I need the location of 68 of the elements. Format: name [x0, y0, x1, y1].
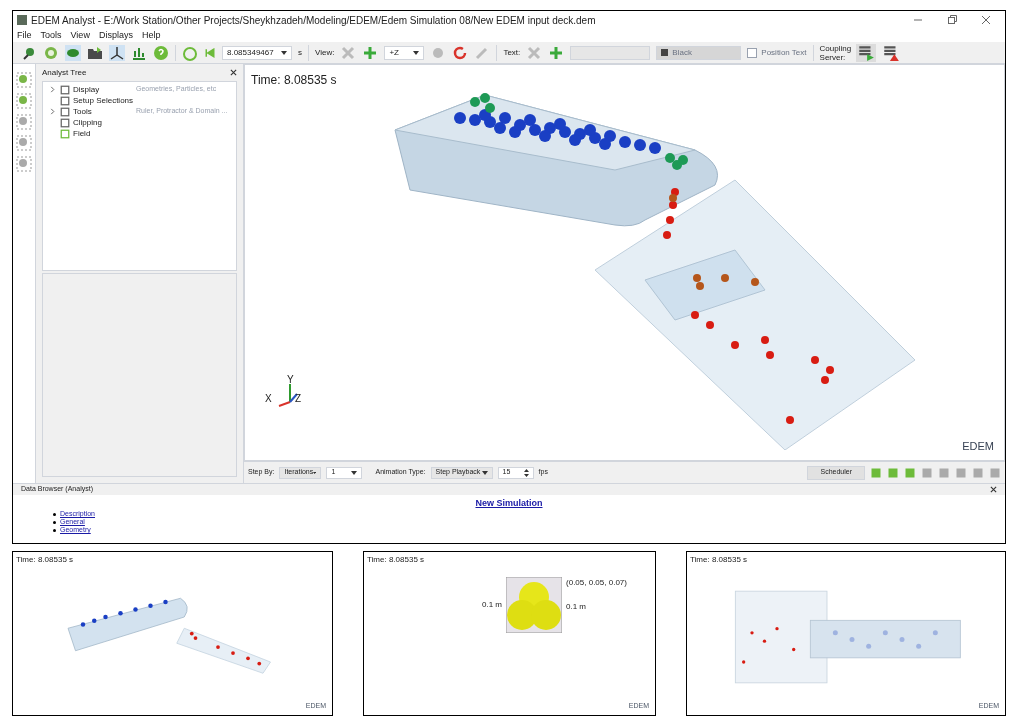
tree-item[interactable]: Tools [73, 105, 133, 118]
folder-icon[interactable] [87, 44, 103, 61]
window-title: EDEM Analyst - E:/Work Station/Other Projects/Sheykhzadeh/Modeling/EDEM/Edem Simulation 08/New EDEM input deck.dem [31, 13, 596, 28]
reset-icon[interactable] [452, 44, 469, 61]
menu-item[interactable]: File [17, 28, 32, 43]
tree-item[interactable]: Field [73, 127, 133, 140]
menu-item[interactable]: Displays [98, 28, 133, 43]
time-label: Time: 8.08535 s [690, 554, 748, 566]
menu-item[interactable]: View [70, 28, 90, 43]
cross-icon[interactable] [526, 44, 543, 61]
checkbox[interactable] [747, 47, 758, 58]
axis-label: X [265, 392, 272, 406]
caret-icon [481, 470, 488, 475]
time-label: Time: 8.08535 s [367, 554, 425, 566]
menu-item[interactable]: Help [141, 28, 161, 43]
help-icon[interactable] [153, 44, 169, 61]
close-icon[interactable] [981, 15, 991, 25]
expand-chevron-icon[interactable] [49, 86, 56, 93]
time-label: Time: 8.08535 s [251, 72, 337, 89]
view-axis-dropdown[interactable]: +Z [384, 45, 425, 60]
caret-icon [281, 50, 287, 55]
menu-item[interactable]: Tools [40, 28, 62, 43]
unit-label: s [298, 46, 302, 59]
heading-link[interactable]: New Simulation [475, 497, 543, 511]
app-icon [17, 15, 27, 25]
tree-item-icon [60, 84, 70, 95]
edem-logo: EDEM [962, 438, 994, 454]
axes-icon[interactable] [109, 44, 125, 61]
selection-icon[interactable] [16, 114, 32, 130]
text-color-dropdown[interactable]: Black [656, 45, 742, 60]
close-icon[interactable] [230, 69, 237, 76]
tree-item-icon [60, 106, 70, 117]
server-warning-icon[interactable] [881, 43, 900, 62]
add-selection-icon[interactable] [16, 72, 32, 88]
caret-icon [413, 50, 420, 55]
text-label: Text: [503, 46, 521, 59]
dimension-label: 0.1 m [482, 599, 502, 611]
coordinate-label: (0.05, 0.05, 0.07) [566, 577, 627, 589]
dimension-label: 0.1 m [566, 601, 588, 613]
particle-icon[interactable] [43, 44, 59, 61]
time-dropdown[interactable]: 8.085349467 [222, 45, 292, 60]
server-play-icon[interactable] [855, 43, 876, 62]
position-text-label: Position Text [761, 46, 807, 59]
spinner-arrows-icon[interactable] [523, 468, 529, 477]
time-label: Time: 8.08535 s [16, 554, 74, 566]
tree-item[interactable]: Setup Selections [73, 94, 133, 107]
tree-item-icon [60, 128, 70, 139]
sphere-cluster-drawing [506, 577, 562, 633]
axis-label: Z [295, 392, 302, 406]
expand-chevron-icon[interactable] [49, 108, 56, 115]
text-dropdown[interactable] [570, 45, 651, 60]
tree-item[interactable]: Display [73, 83, 133, 96]
axis-label: Y [287, 373, 294, 387]
caret-icon [351, 470, 358, 475]
panel-title: Analyst Tree [42, 66, 88, 79]
plus-icon[interactable] [548, 44, 565, 61]
coupling-server-label: Coupling Server: [819, 43, 850, 62]
tree-item-icon [60, 95, 70, 106]
restore-icon[interactable] [947, 15, 957, 25]
view-label: View: [315, 46, 335, 59]
tree-item-icon [60, 117, 70, 128]
close-icon[interactable] [990, 486, 997, 493]
cross-icon[interactable] [340, 44, 357, 61]
plus-icon[interactable] [362, 44, 379, 61]
edit-selection-icon[interactable] [16, 135, 32, 151]
remove-selection-icon[interactable] [16, 156, 32, 172]
tree-item[interactable]: Clipping [73, 116, 133, 129]
display-icon[interactable] [65, 44, 81, 61]
